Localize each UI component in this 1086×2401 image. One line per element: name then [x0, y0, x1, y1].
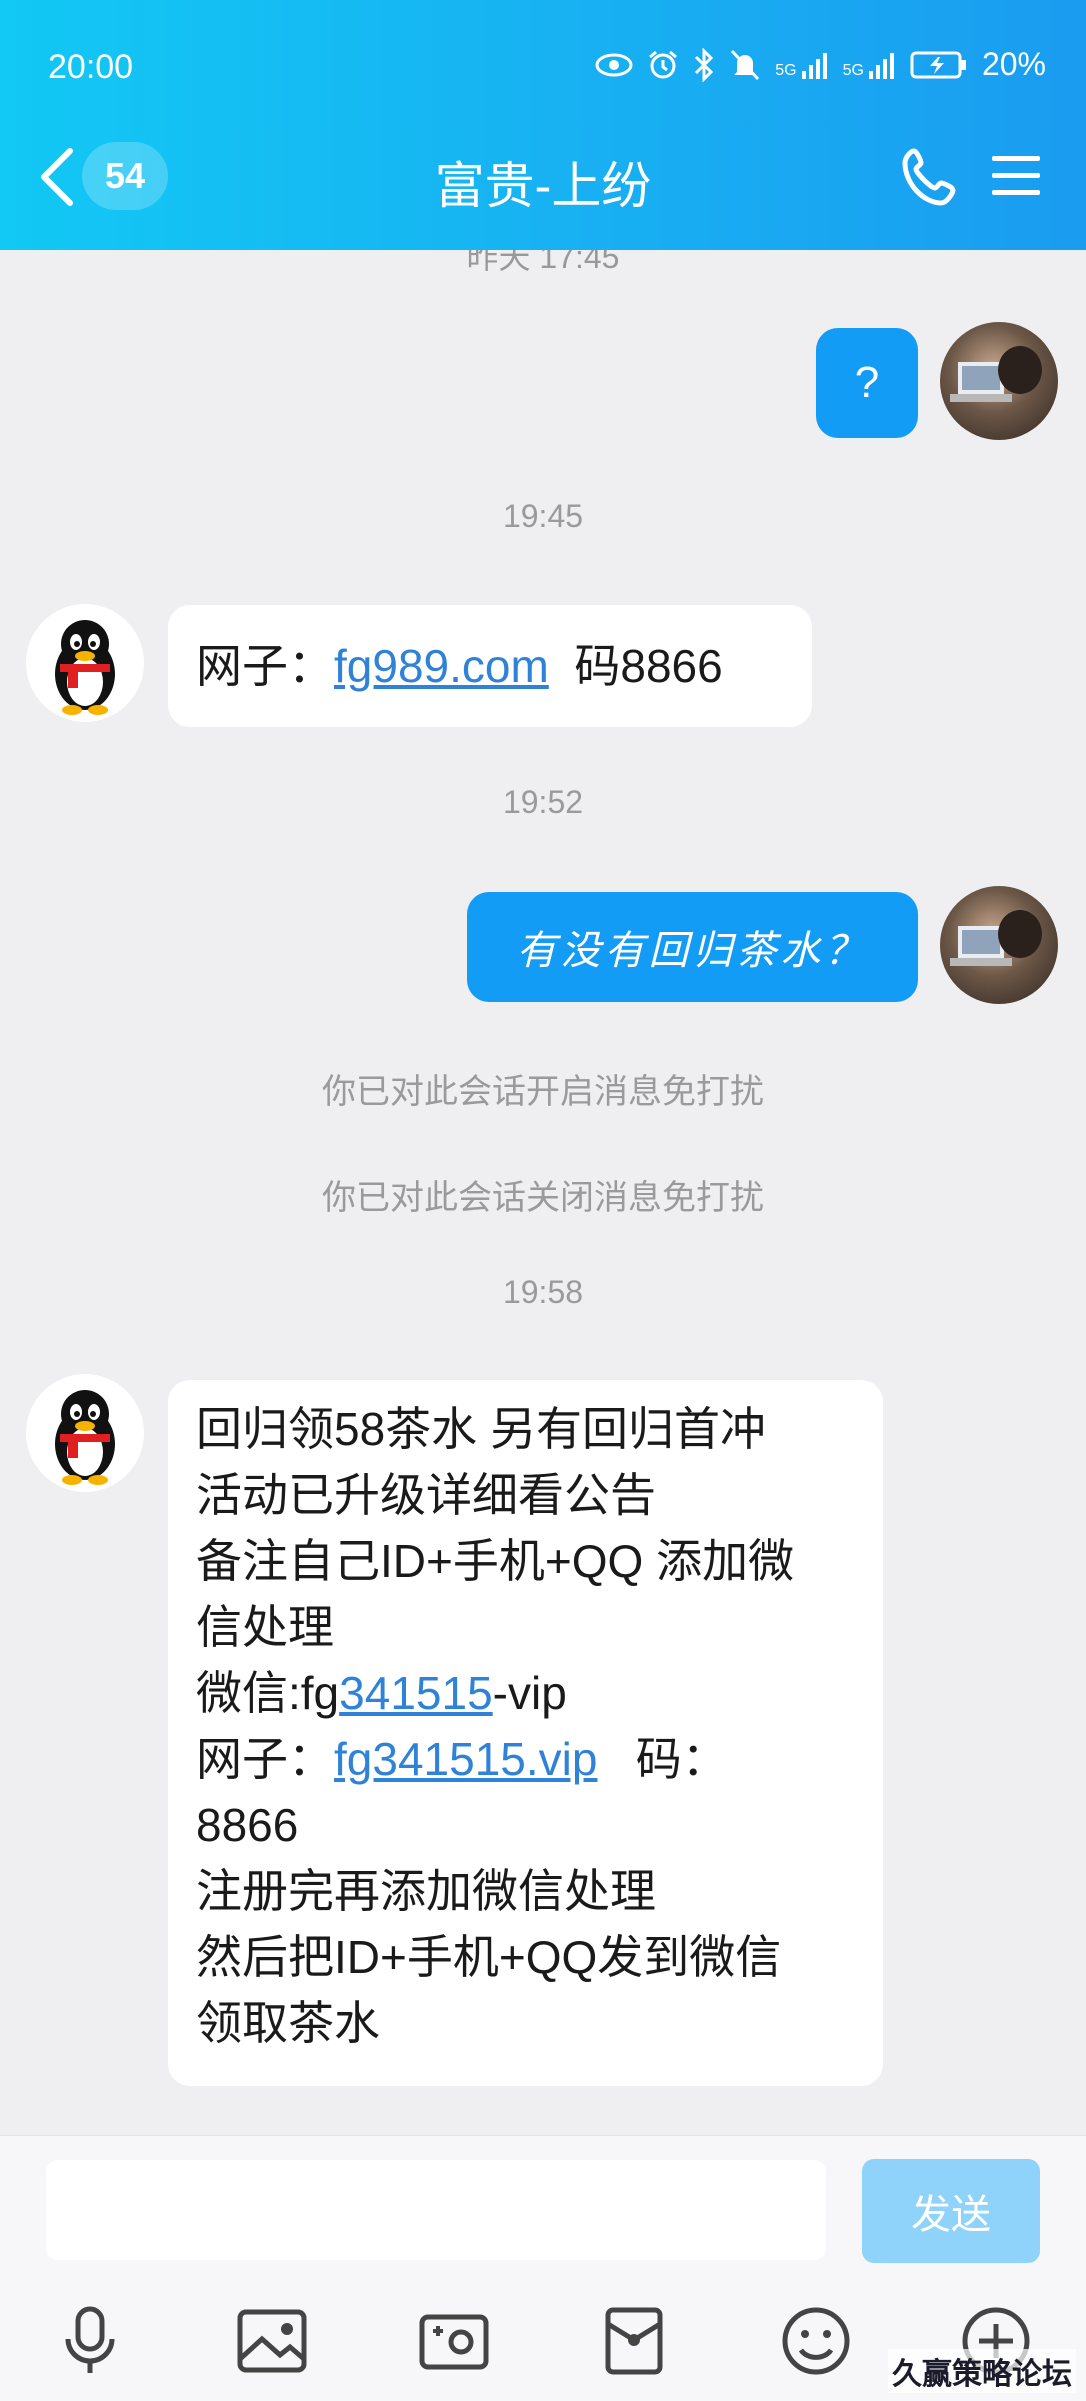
site-link[interactable]: fg341515.vip: [334, 1733, 597, 1785]
message-line: 领取茶水: [196, 1997, 380, 2049]
status-icons: 5G 5G 20%: [595, 46, 1046, 83]
my-avatar[interactable]: [940, 886, 1058, 1004]
send-button[interactable]: 发送: [862, 2159, 1040, 2263]
camera-icon: [419, 2314, 489, 2370]
site-code-label: 码：: [597, 1733, 728, 1785]
mic-icon: [65, 2306, 115, 2373]
camera-button[interactable]: [414, 2301, 494, 2381]
image-icon: [237, 2309, 307, 2373]
timestamp: 昨天 17:45: [466, 250, 620, 275]
message-line: 注册完再添加微信处理: [196, 1865, 656, 1917]
laptop-photo-icon: [950, 346, 1042, 402]
penguin-icon: [55, 620, 115, 715]
phone-icon[interactable]: [900, 146, 962, 208]
eye-icon: [595, 53, 633, 76]
system-notice: 你已对此会话关闭消息免打扰: [322, 1179, 764, 1217]
wechat-label: 微信:fg: [196, 1667, 340, 1719]
signal-2: 5G: [843, 51, 896, 79]
system-notice: 你已对此会话开启消息免打扰: [322, 1073, 764, 1111]
mute-bell-icon: [731, 49, 760, 80]
network-type-1: 5G: [775, 61, 797, 79]
contact-avatar[interactable]: [26, 1374, 144, 1492]
bluetooth-icon: [695, 47, 714, 82]
input-area: 发送 久赢策略论坛: [0, 2135, 1086, 2401]
my-avatar[interactable]: [940, 322, 1058, 440]
battery-percent: 20%: [981, 46, 1046, 82]
alarm-icon: [649, 50, 678, 78]
menu-icon[interactable]: [990, 150, 1042, 202]
message-line: 活动已升级详细看公告: [196, 1469, 656, 1521]
message-bubble-incoming[interactable]: 网子： fg989.com 码8866: [168, 605, 812, 727]
message-text: 有没有回归茶水？: [516, 928, 869, 974]
watermark: 久赢策略论坛: [888, 2349, 1076, 2393]
message-line: 备注自己ID+手机+QQ 添加微: [196, 1535, 795, 1587]
site-label: 网子：: [196, 1733, 334, 1785]
battery-icon: [910, 51, 966, 78]
network-type-2: 5G: [842, 61, 864, 79]
message-line: 然后把ID+手机+QQ发到微信: [196, 1931, 782, 1983]
timestamp: 19:52: [502, 784, 584, 820]
contact-avatar[interactable]: [26, 604, 144, 722]
message-bubble-outgoing[interactable]: 有没有回归茶水？: [467, 892, 918, 1002]
message-line: 回归领58茶水 另有回归首冲: [196, 1403, 766, 1455]
message-text: 码8866: [548, 640, 723, 692]
emoji-icon: [782, 2307, 850, 2375]
signal-1: 5G: [775, 51, 828, 79]
emoji-button[interactable]: [776, 2301, 856, 2381]
message-line: 微信:fg341515-vip: [196, 1660, 855, 1726]
message-list[interactable]: 昨天 17:45 ? 19:45 网子： fg989.com 码8866 19:5…: [0, 250, 1086, 2135]
message-text: 网子：: [196, 640, 334, 692]
message-line: 信处理: [196, 1601, 334, 1653]
voice-button[interactable]: [50, 2301, 130, 2381]
red-packet-icon: [605, 2307, 663, 2375]
message-bubble-incoming[interactable]: 回归领58茶水 另有回归首冲 活动已升级详细看公告 备注自己ID+手机+QQ 添…: [168, 1380, 883, 2086]
timestamp: 19:45: [502, 498, 584, 534]
signal-icon: [801, 52, 827, 79]
timestamp: 19:58: [502, 1274, 584, 1310]
penguin-icon: [55, 1390, 115, 1485]
laptop-photo-icon: [950, 910, 1042, 966]
message-text: ?: [854, 358, 880, 407]
message-input[interactable]: [46, 2160, 826, 2260]
red-packet-button[interactable]: [594, 2301, 674, 2381]
message-line: 网子：fg341515.vip 码：: [196, 1726, 855, 1792]
wechat-number-link[interactable]: 341515: [339, 1667, 493, 1719]
site-link[interactable]: fg989.com: [334, 633, 549, 699]
status-time: 20:00: [48, 48, 134, 86]
chat-header: 20:00 5G 5G 20% 54 富贵-上纷: [0, 0, 1086, 250]
image-button[interactable]: [232, 2301, 312, 2381]
signal-icon: [868, 52, 894, 79]
wechat-suffix: -vip: [492, 1667, 567, 1719]
message-bubble-outgoing[interactable]: ?: [816, 328, 918, 438]
message-line: 8866: [196, 1799, 299, 1851]
